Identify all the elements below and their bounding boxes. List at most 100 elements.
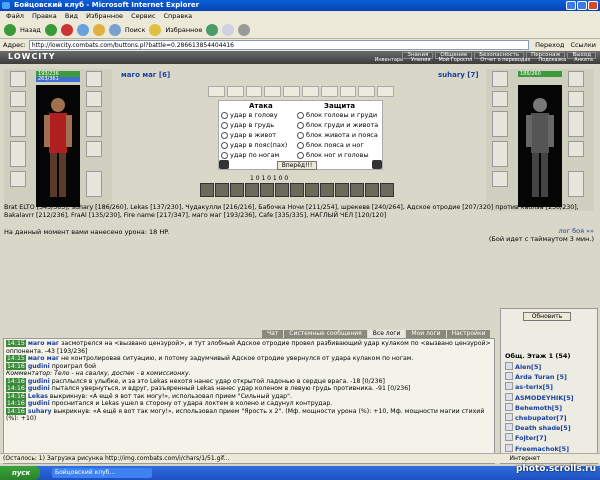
opp-helmet-slot[interactable] [492, 71, 508, 87]
tab-settings[interactable]: Настройки [446, 330, 491, 338]
skill-icon[interactable] [320, 183, 334, 197]
armor-slot[interactable] [10, 141, 26, 167]
search-button[interactable]: Поиск [125, 26, 146, 34]
opp-boots-slot[interactable] [568, 171, 584, 197]
spell-slot[interactable] [264, 86, 282, 97]
menu-tools[interactable]: Сервис [131, 12, 155, 20]
links-button[interactable]: Ссылки [570, 41, 600, 49]
back-icon[interactable] [4, 23, 16, 36]
skill-icon[interactable] [305, 183, 319, 197]
subnav-inventory[interactable]: Инвентарь [372, 58, 406, 63]
weapon-slot[interactable] [10, 111, 26, 137]
radio-icon[interactable] [297, 151, 304, 159]
spell-slot[interactable] [377, 86, 394, 97]
refresh-icon[interactable] [76, 23, 89, 36]
radio-icon[interactable] [221, 121, 228, 129]
skill-icon[interactable] [290, 183, 304, 197]
user-item[interactable]: Arda Turan [5] [505, 372, 597, 382]
right-fighter-name[interactable]: suhary [7] [438, 71, 479, 79]
opp-gloves-slot[interactable] [568, 91, 584, 107]
skill-icon[interactable] [365, 183, 379, 197]
belt-slot[interactable] [10, 171, 26, 187]
tab-my-logs[interactable]: Мои логи [406, 330, 446, 338]
spell-slot[interactable] [245, 86, 263, 97]
attack-option-groin[interactable]: удар в пояс(пах) [221, 141, 287, 149]
helmet-slot[interactable] [10, 71, 26, 87]
taskbar-ie-task[interactable]: Бойцовский клуб... [52, 468, 152, 478]
menu-favorites[interactable]: Избранное [86, 12, 123, 20]
spell-slot[interactable] [358, 86, 376, 97]
block-option-2[interactable]: блок груди и живота [297, 121, 378, 129]
left-fighter-name[interactable]: маго маг [6] [121, 71, 170, 79]
skill-icon[interactable] [200, 183, 214, 197]
attack-option-belly[interactable]: удар в живот [221, 131, 276, 139]
shield-slot[interactable] [86, 111, 102, 137]
skill-icon[interactable] [215, 183, 229, 197]
boots-slot[interactable] [86, 171, 102, 197]
radio-icon[interactable] [221, 141, 228, 149]
favorites-icon[interactable] [149, 23, 162, 36]
opp-ring-slot[interactable] [568, 141, 584, 157]
home-icon[interactable] [92, 23, 105, 36]
skill-icon[interactable] [230, 183, 244, 197]
attack-option-head[interactable]: удар в голову [221, 111, 278, 119]
user-item[interactable]: Alen[5] [505, 362, 597, 372]
user-item[interactable]: ASMODEYHIK[5] [505, 393, 597, 403]
tab-system[interactable]: Системные сообщения [284, 330, 367, 338]
battle-log-link[interactable]: лог боя »» [558, 227, 594, 235]
block-option-4[interactable]: блок пояса и ног [297, 141, 364, 149]
print-icon[interactable] [238, 23, 251, 36]
attack-option-legs[interactable]: удар по ногам [221, 151, 279, 159]
user-item[interactable]: Behemoth[5] [505, 403, 597, 413]
spell-slot[interactable] [283, 86, 300, 97]
opp-amulet-slot[interactable] [492, 91, 508, 107]
refresh-button[interactable]: Обновить [523, 312, 571, 321]
skill-icon[interactable] [380, 183, 394, 197]
spell-slot[interactable] [301, 86, 319, 97]
earring-slot[interactable] [86, 71, 102, 87]
spell-slot[interactable] [339, 86, 357, 97]
spell-slot[interactable] [320, 86, 338, 97]
radio-icon[interactable] [297, 121, 304, 129]
menu-edit[interactable]: Правка [32, 12, 57, 20]
subnav-profile[interactable]: Анкета [571, 58, 596, 63]
skill-icon[interactable] [335, 183, 349, 197]
go-button[interactable]: Переход [532, 41, 568, 49]
skill-icon[interactable] [245, 183, 259, 197]
radio-icon[interactable] [297, 111, 304, 119]
skill-icon[interactable] [275, 183, 289, 197]
mail-icon[interactable] [222, 23, 235, 36]
subnav-transfers[interactable]: Отчет о переводах [477, 58, 533, 63]
radio-icon[interactable] [297, 131, 304, 139]
block-option-3[interactable]: блок живота и пояса [297, 131, 378, 139]
subnav-hint[interactable]: Подсказка [535, 58, 569, 63]
opp-weapon-slot[interactable] [492, 111, 508, 137]
search-icon[interactable] [108, 23, 121, 36]
spell-slot[interactable] [226, 86, 244, 97]
menu-help[interactable]: Справка [164, 12, 193, 20]
close-button[interactable] [588, 1, 598, 10]
opp-shield-slot[interactable] [568, 111, 584, 137]
user-item[interactable]: as-terix[5] [505, 382, 597, 392]
gloves-slot[interactable] [86, 91, 102, 107]
skill-icon[interactable] [260, 183, 274, 197]
radio-icon[interactable] [221, 111, 228, 119]
opp-earring-slot[interactable] [568, 71, 584, 87]
subnav-skills[interactable]: Умения [408, 58, 433, 63]
back-button[interactable]: Назад [20, 26, 41, 34]
minimize-button[interactable] [566, 1, 576, 10]
attack-option-chest[interactable]: удар в грудь [221, 121, 274, 129]
stop-icon[interactable] [60, 23, 73, 36]
block-option-1[interactable]: блок головы и груди [297, 111, 377, 119]
spell-slot[interactable] [208, 86, 225, 97]
history-icon[interactable] [206, 23, 219, 36]
tab-chat[interactable]: Чат [262, 330, 284, 338]
forward-icon[interactable] [44, 23, 57, 36]
menu-view[interactable]: Вид [65, 12, 78, 20]
radio-icon[interactable] [221, 151, 228, 159]
tab-all-logs[interactable]: Все логи [367, 330, 406, 338]
user-item[interactable]: Fojter[7] [505, 433, 597, 443]
maximize-button[interactable] [577, 1, 587, 10]
ring-slot[interactable] [86, 141, 102, 157]
start-button[interactable]: пуск [0, 466, 40, 480]
